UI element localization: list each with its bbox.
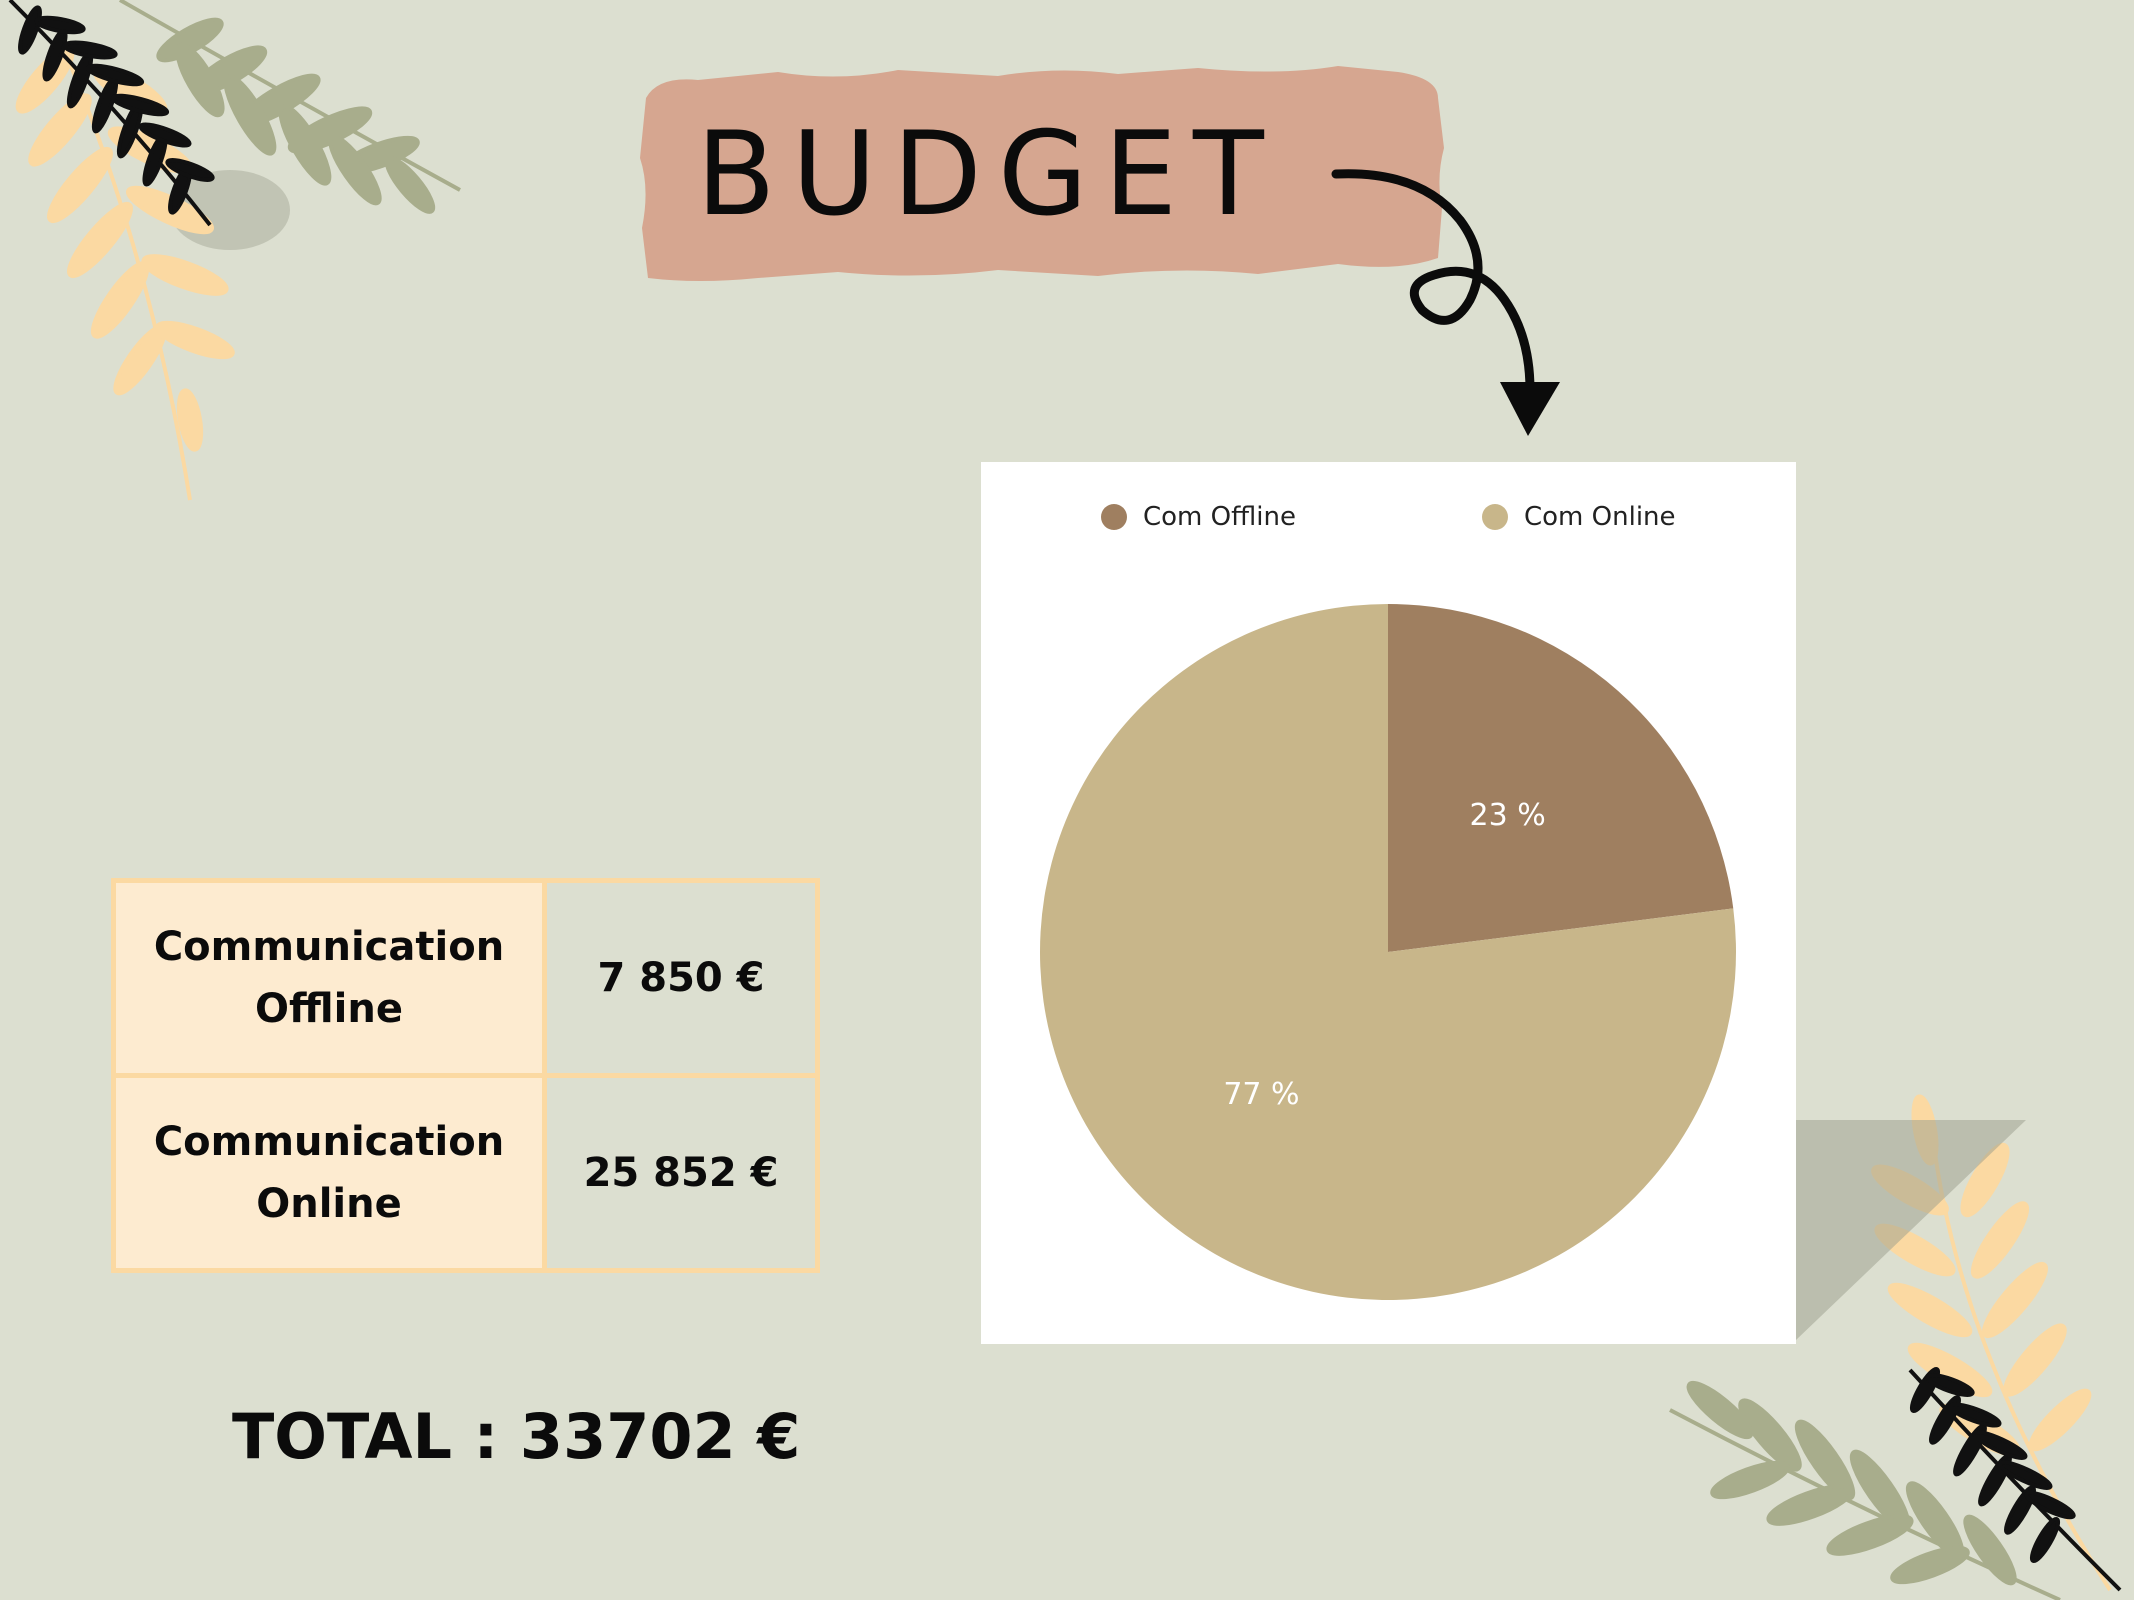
row-label-line2: Offline (255, 986, 403, 1032)
page-title: BUDGET (696, 106, 1280, 242)
pie-chart: 23 % 77 % (1040, 604, 1736, 1300)
pie-data-label: 77 % (1223, 1077, 1299, 1112)
table-row: Communication Online 25 852 € (111, 1073, 820, 1273)
row-label-line1: Communication (153, 1119, 505, 1165)
title-banner: BUDGET (638, 58, 1448, 290)
curly-arrow-icon (1331, 169, 1560, 436)
pie-data-label: 23 % (1470, 798, 1546, 833)
pie-chart-panel: Com Offline Com Online 23 % 77 % (981, 462, 1796, 1344)
table-cell-label: Communication Offline (111, 878, 547, 1078)
budget-table: Communication Offline 7 850 € Communicat… (111, 878, 820, 1273)
chart-shadow (1796, 1120, 2026, 1340)
total-amount: TOTAL : 33702 € (232, 1400, 801, 1473)
table-cell-value: 25 852 € (542, 1073, 820, 1273)
table-row: Communication Offline 7 850 € (111, 878, 820, 1078)
row-label-line2: Online (256, 1181, 402, 1227)
pie-slice-offline (1388, 604, 1734, 952)
row-label-line1: Communication (153, 924, 505, 970)
table-cell-value: 7 850 € (542, 878, 820, 1078)
table-cell-label: Communication Online (111, 1073, 547, 1273)
palm-leaf-icon (8, 0, 461, 501)
